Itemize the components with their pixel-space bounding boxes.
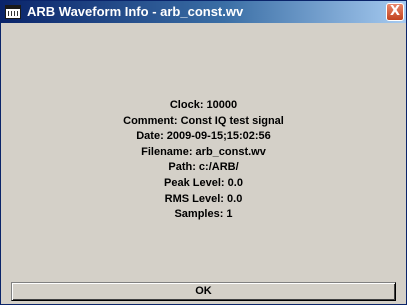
close-icon[interactable]: X [386, 3, 404, 21]
samples-text: Samples: 1 [174, 208, 233, 221]
info-panel: Clock: 10000 Comment: Const IQ test sign… [7, 27, 400, 273]
filename-text: Filename: arb_const.wv [141, 145, 266, 158]
waveform-info-list: Clock: 10000 Comment: Const IQ test sign… [7, 98, 400, 223]
title-bar[interactable]: ARB Waveform Info - arb_const.wv X [1, 1, 406, 23]
rms-level-text: RMS Level: 0.0 [164, 192, 243, 205]
waveform-window-icon[interactable] [5, 5, 21, 19]
clock-text: Clock: 10000 [169, 99, 238, 111]
comment-text: Comment: Const IQ test signal [123, 114, 284, 127]
ok-button[interactable]: OK [11, 282, 396, 301]
window-title: ARB Waveform Info - arb_const.wv [27, 4, 244, 19]
peak-level-text: Peak Level: 0.0 [164, 176, 243, 189]
arb-waveform-info-dialog: ARB Waveform Info - arb_const.wv X Clock… [0, 0, 407, 305]
path-text: Path: c:/ARB/ [168, 161, 239, 174]
date-text: Date: 2009-09-15;15:02:56 [136, 130, 271, 143]
